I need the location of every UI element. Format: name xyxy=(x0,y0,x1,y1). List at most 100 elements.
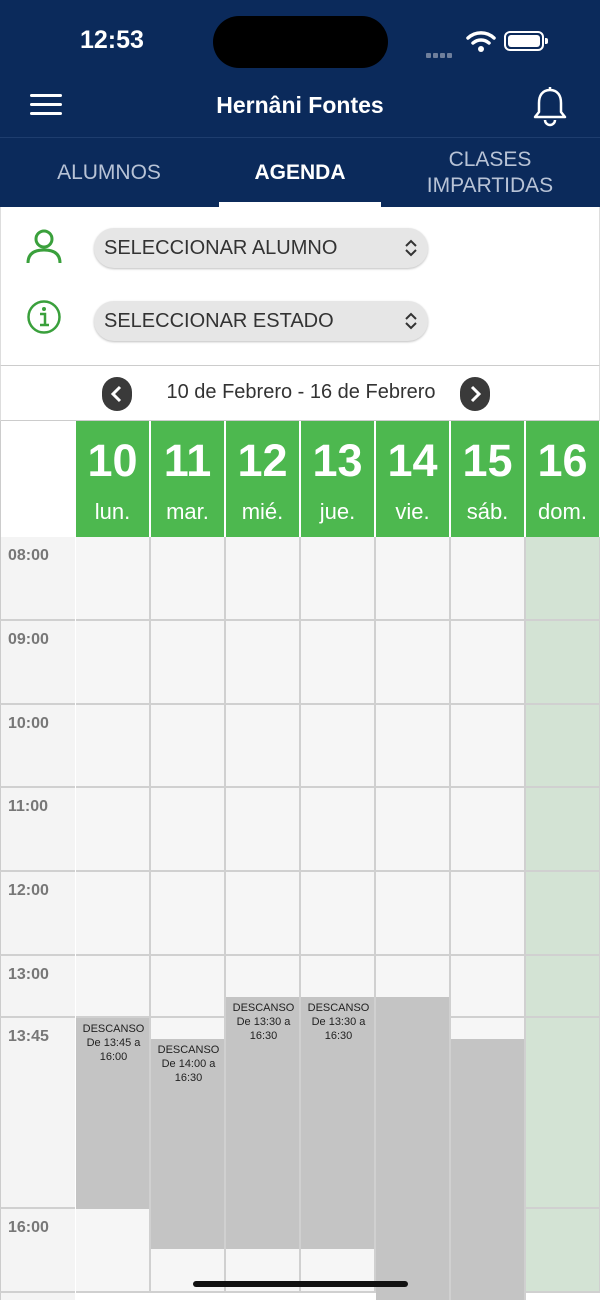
sunday-cell[interactable] xyxy=(526,1209,600,1293)
info-icon xyxy=(27,300,61,334)
weekly-calendar: 10 lun. 11 mar. 12 mié. 13 jue. 14 vie. 15 sáb. 16 do… xyxy=(0,421,600,1300)
sunday-cell[interactable] xyxy=(526,956,600,1018)
calendar-cell[interactable] xyxy=(76,872,151,956)
unavailable-block[interactable] xyxy=(376,997,451,1300)
day-header[interactable]: 15 sáb. xyxy=(451,421,526,537)
day-header[interactable]: 13 jue. xyxy=(301,421,376,537)
calendar-cell[interactable] xyxy=(301,705,376,788)
time-label: 11:00 xyxy=(8,798,49,815)
next-week-button[interactable] xyxy=(460,377,490,411)
break-event-title: DESCANSO xyxy=(307,1002,370,1014)
calendar-cell[interactable] xyxy=(76,621,151,705)
student-select[interactable]: SELECCIONAR ALUMNO xyxy=(94,228,428,268)
time-label: 13:45 xyxy=(8,1028,49,1045)
time-label: 09:00 xyxy=(8,631,49,648)
cellular-signal-icon xyxy=(426,45,454,63)
day-number: 15 xyxy=(462,435,513,486)
calendar-cell[interactable] xyxy=(151,788,226,872)
time-label: 10:00 xyxy=(8,715,49,732)
calendar-cell[interactable] xyxy=(376,788,451,872)
sunday-cell[interactable] xyxy=(526,621,600,705)
calendar-cell[interactable] xyxy=(151,872,226,956)
break-event[interactable]: DESCANSO De 14:00 a 16:30 xyxy=(151,1043,226,1085)
calendar-cell[interactable] xyxy=(226,872,301,956)
calendar-cell[interactable] xyxy=(451,705,526,788)
calendar-cell[interactable] xyxy=(376,621,451,705)
sunday-cell[interactable] xyxy=(526,705,600,788)
day-name: mié. xyxy=(241,499,284,524)
chevron-right-icon xyxy=(470,385,482,403)
break-event[interactable]: DESCANSO De 13:30 a 16:30 xyxy=(226,1001,301,1043)
sunday-cell[interactable] xyxy=(526,872,600,956)
calendar-cell[interactable] xyxy=(301,788,376,872)
app-header: 12:53 Hernâni Fontes ALUMNOS AGENDA CLAS… xyxy=(0,0,600,207)
user-icon xyxy=(26,229,62,264)
break-event-time: De 13:30 a 16:30 xyxy=(311,1016,366,1042)
calendar-cell[interactable] xyxy=(151,537,226,621)
day-name: vie. xyxy=(395,499,430,524)
calendar-cell[interactable] xyxy=(301,872,376,956)
day-number: 14 xyxy=(387,435,438,486)
calendar-cell[interactable] xyxy=(76,788,151,872)
break-event[interactable]: DESCANSO De 13:45 a 16:00 xyxy=(76,1022,151,1064)
day-header[interactable]: 10 lun. xyxy=(76,421,151,537)
calendar-cell[interactable] xyxy=(451,956,526,1018)
calendar-cell[interactable] xyxy=(376,705,451,788)
calendar-cell[interactable] xyxy=(376,537,451,621)
tab-bar: ALUMNOS AGENDA CLASES IMPARTIDAS xyxy=(0,137,600,207)
day-header[interactable]: 11 mar. xyxy=(151,421,226,537)
calendar-cell[interactable] xyxy=(76,1209,151,1293)
dynamic-island xyxy=(213,16,388,68)
time-label: 13:00 xyxy=(8,966,49,983)
day-name: mar. xyxy=(166,499,209,524)
day-header[interactable]: 12 mié. xyxy=(226,421,301,537)
calendar-cell[interactable] xyxy=(451,621,526,705)
break-event-time: De 14:00 a 16:30 xyxy=(161,1058,216,1084)
calendar-cell[interactable] xyxy=(151,956,226,1018)
day-number: 11 xyxy=(163,435,212,486)
chevron-updown-icon xyxy=(405,312,417,330)
tab-clases-impartidas[interactable]: CLASES IMPARTIDAS xyxy=(400,138,580,208)
calendar-cell[interactable] xyxy=(226,537,301,621)
calendar-corner xyxy=(0,421,76,537)
tab-alumnos[interactable]: ALUMNOS xyxy=(19,138,199,208)
sunday-cell[interactable] xyxy=(526,537,600,621)
calendar-cell[interactable] xyxy=(301,621,376,705)
calendar-cell[interactable] xyxy=(226,705,301,788)
bell-icon[interactable] xyxy=(530,86,570,128)
sunday-cell[interactable] xyxy=(526,1018,600,1209)
day-name: lun. xyxy=(94,499,131,524)
day-number: 10 xyxy=(87,435,138,486)
calendar-cell[interactable] xyxy=(451,537,526,621)
day-name: jue. xyxy=(319,499,356,524)
calendar-cell[interactable] xyxy=(76,956,151,1018)
calendar-cell[interactable] xyxy=(76,537,151,621)
calendar-cell[interactable] xyxy=(76,705,151,788)
day-header[interactable]: 16 dom. xyxy=(526,421,600,537)
break-event-time: De 13:30 a 16:30 xyxy=(236,1016,291,1042)
student-select-value: SELECCIONAR ALUMNO xyxy=(104,237,338,259)
battery-icon xyxy=(504,31,548,51)
day-name: dom. xyxy=(538,499,587,524)
wifi-icon xyxy=(466,31,496,52)
day-name: sáb. xyxy=(466,499,509,524)
break-event-title: DESCANSO xyxy=(232,1002,295,1014)
calendar-cell[interactable] xyxy=(226,788,301,872)
calendar-cell[interactable] xyxy=(151,621,226,705)
break-event[interactable]: DESCANSO De 13:30 a 16:30 xyxy=(301,1001,376,1043)
day-header[interactable]: 14 vie. xyxy=(376,421,451,537)
calendar-cell[interactable] xyxy=(226,621,301,705)
calendar-cell[interactable] xyxy=(376,872,451,956)
tab-agenda[interactable]: AGENDA xyxy=(210,138,390,208)
calendar-cell[interactable] xyxy=(151,705,226,788)
calendar-cell[interactable] xyxy=(451,872,526,956)
sunday-cell[interactable] xyxy=(526,788,600,872)
state-select[interactable]: SELECCIONAR ESTADO xyxy=(94,301,428,341)
calendar-cell[interactable] xyxy=(301,537,376,621)
unavailable-block[interactable] xyxy=(451,1039,526,1300)
time-label: 16:00 xyxy=(8,1219,49,1236)
day-number: 16 xyxy=(537,435,588,486)
calendar-cell[interactable] xyxy=(451,788,526,872)
page-title: Hernâni Fontes xyxy=(216,92,384,118)
state-select-value: SELECCIONAR ESTADO xyxy=(104,310,334,332)
